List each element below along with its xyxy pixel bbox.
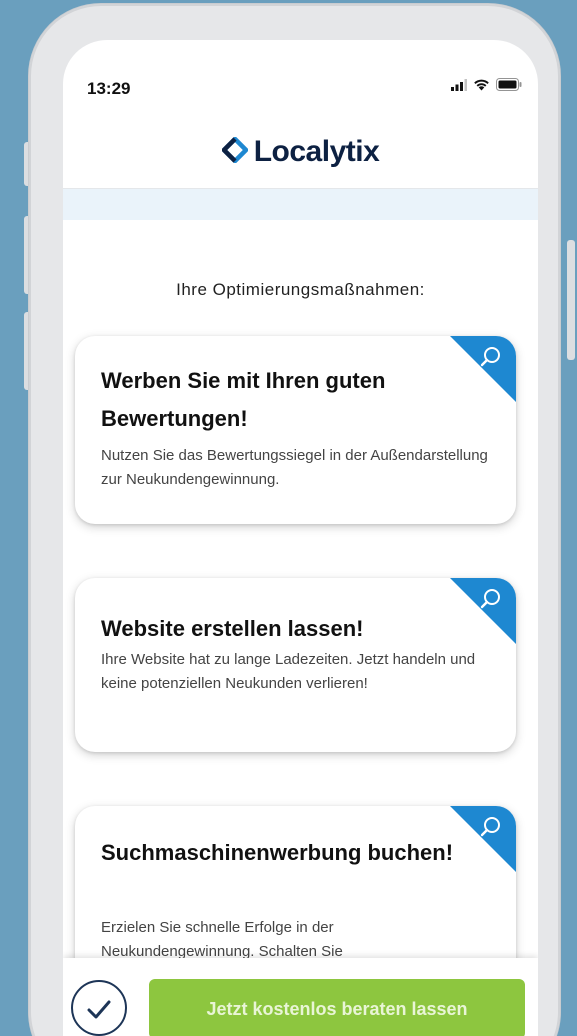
status-time: 13:29: [87, 79, 131, 98]
diamond-logo-icon: [221, 136, 248, 168]
wifi-icon: [473, 78, 490, 96]
phone-screen: 13:29 Localytix Ihre Optimierungsmaßnahm…: [63, 40, 538, 1036]
card-title: Werben Sie mit Ihren guten Bewertungen!: [101, 368, 386, 431]
card-description: Nutzen Sie das Bewertungssiegel in der A…: [101, 447, 488, 488]
info-banner-bottom: [63, 188, 538, 220]
measure-card[interactable]: Website erstellen lassen! Ihre Website h…: [75, 578, 516, 752]
app-header: Localytix: [63, 116, 538, 189]
measure-card[interactable]: Werben Sie mit Ihren guten Bewertungen! …: [75, 336, 516, 524]
card-title: Website erstellen lassen!: [101, 616, 364, 641]
consultation-cta-button[interactable]: Jetzt kostenlos beraten lassen: [149, 979, 525, 1036]
check-button[interactable]: [71, 980, 127, 1036]
check-icon: [87, 1000, 111, 1019]
section-title: Ihre Optimierungsmaßnahmen:: [176, 280, 425, 299]
logo[interactable]: Localytix: [221, 135, 380, 169]
search-icon: [450, 806, 516, 872]
logo-text: Localytix: [253, 135, 380, 168]
status-icons: [451, 78, 522, 96]
card-description: Ihre Website hat zu lange Ladezeiten. Je…: [101, 651, 476, 692]
card-title: Suchmaschinenwerbung buchen!: [101, 840, 454, 865]
card-description: Erzielen Sie schnelle Erfolge in der Neu…: [101, 919, 343, 960]
signal-icon: [451, 78, 467, 96]
power-button: [567, 240, 575, 360]
bottom-action-bar: Jetzt kostenlos beraten lassen: [63, 958, 538, 1036]
battery-icon: [496, 78, 522, 96]
stage: 13:29 Localytix Ihre Optimierungsmaßnahm…: [0, 0, 577, 1036]
